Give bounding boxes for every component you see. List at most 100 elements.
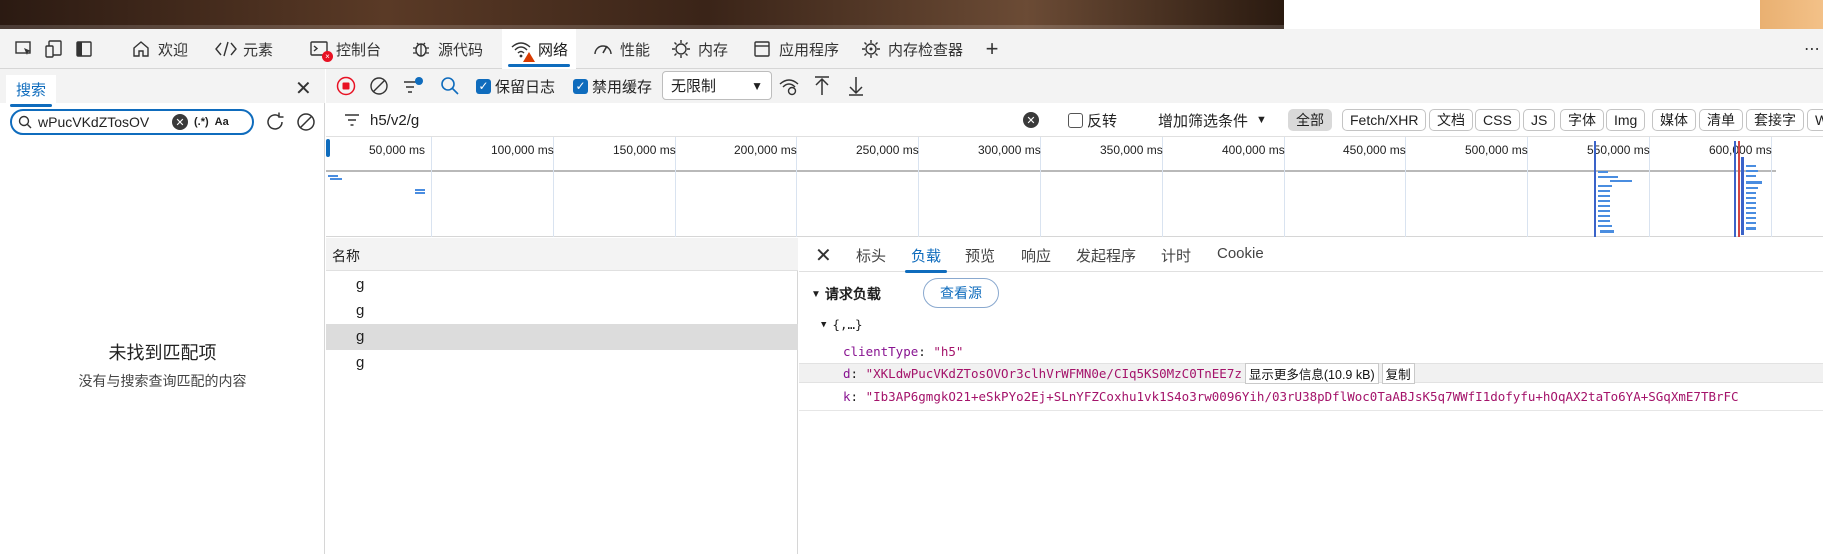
search-panel: 搜索 ✕ wPucVKdZTosOV ✕ (.*) Aa 未找到匹配项 没有与搜…: [0, 69, 325, 554]
network-overview[interactable]: 50,000 ms 100,000 ms 150,000 ms 200,000 ms 2…: [326, 137, 1823, 237]
show-more-button[interactable]: 显示更多信息(10.9 kB): [1244, 362, 1379, 384]
payload-row-clienttype: clientType: "h5": [843, 343, 964, 359]
filter-type-img[interactable]: Img: [1606, 109, 1646, 131]
no-match-title: 未找到匹配项: [108, 343, 217, 363]
page-image-right: [1760, 0, 1823, 29]
tab-search[interactable]: 搜索: [6, 75, 57, 107]
filter-type-socket[interactable]: 套接字: [1746, 109, 1804, 131]
triangle-down-icon: ▼: [821, 319, 827, 330]
filter-type-doc[interactable]: 文档: [1429, 109, 1473, 131]
search-icon[interactable]: [440, 76, 460, 96]
filter-type-all[interactable]: 全部: [1288, 109, 1332, 131]
throttling-select[interactable]: 无限制 ▼: [662, 71, 772, 100]
checkbox-checked-icon: ✓: [476, 78, 491, 94]
search-panel-header: 搜索 ✕: [0, 69, 325, 107]
network-toolbar: ✓ 保留日志 ✓ 禁用缓存 无限制 ▼: [326, 69, 1823, 103]
tab-memory[interactable]: 内存: [662, 29, 736, 69]
payload-object-toggle[interactable]: ▼ {,…}: [821, 317, 863, 332]
filter-value: h5/v2/g: [370, 111, 420, 129]
device-emulation-icon[interactable]: [42, 37, 66, 61]
match-case-toggle[interactable]: Aa: [215, 116, 229, 128]
payload-row-d: d: "XKLdwPucVKdZTosOVOr3clhVrWFMN0e/CIq5…: [799, 362, 1823, 384]
tab-application[interactable]: 应用程序: [743, 29, 847, 69]
import-har-icon[interactable]: [812, 75, 832, 97]
filter-type-fetch-xhr[interactable]: Fetch/XHR: [1342, 109, 1427, 131]
wifi-icon: [510, 38, 535, 62]
table-row[interactable]: g: [326, 350, 798, 376]
no-match-description: 没有与搜索查询匹配的内容: [78, 373, 247, 389]
add-tab-icon[interactable]: +: [980, 36, 1004, 61]
invert-checkbox[interactable]: 反转: [1068, 109, 1117, 131]
page-content-strip: [0, 0, 1823, 29]
detail-tabbar: ✕ 标头 负载 预览 响应 发起程序 计时 Cookie: [799, 238, 1823, 273]
close-icon[interactable]: ✕: [295, 76, 312, 101]
tab-memory-inspector[interactable]: 内存检查器: [852, 29, 971, 69]
checkbox-unchecked-icon: [1068, 112, 1083, 128]
divider: [799, 410, 1823, 411]
section-request-payload[interactable]: ▼ 请求负载: [811, 284, 881, 304]
more-filters-dropdown[interactable]: 增加筛选条件 ▼: [1158, 109, 1267, 131]
network-conditions-icon[interactable]: [778, 75, 800, 97]
tab-sources[interactable]: 源代码: [402, 29, 491, 69]
overview-bars: [328, 141, 1762, 237]
table-row[interactable]: g: [326, 272, 798, 298]
clear-filter-icon[interactable]: ✕: [1023, 112, 1039, 128]
inspect-element-icon[interactable]: [12, 37, 36, 61]
close-detail-icon[interactable]: ✕: [815, 243, 832, 268]
filter-settings-icon[interactable]: [402, 75, 424, 97]
tab-performance[interactable]: 性能: [584, 29, 658, 69]
filter-type-js[interactable]: JS: [1523, 109, 1556, 131]
clear-search-icon[interactable]: ✕: [172, 114, 188, 130]
memory-icon: [670, 38, 692, 60]
table-row[interactable]: g: [326, 298, 798, 324]
warning-icon: [523, 52, 535, 62]
tab-elements[interactable]: 元素: [207, 29, 281, 69]
tab-payload[interactable]: 负载: [904, 245, 948, 273]
filter-type-media[interactable]: 媒体: [1652, 109, 1696, 131]
app-icon: [751, 38, 773, 60]
filter-type-manifest[interactable]: 清单: [1699, 109, 1743, 131]
filter-type-wasm[interactable]: W: [1807, 109, 1823, 131]
refresh-icon[interactable]: [264, 111, 286, 133]
tab-headers[interactable]: 标头: [856, 245, 886, 266]
record-button[interactable]: [336, 76, 356, 96]
memory-inspector-icon: [860, 38, 882, 60]
table-row-selected[interactable]: g: [326, 324, 798, 350]
filter-type-font[interactable]: 字体: [1560, 109, 1604, 131]
copy-button[interactable]: 复制: [1381, 362, 1415, 384]
preserve-log-checkbox[interactable]: ✓ 保留日志: [476, 75, 555, 97]
search-query: wPucVKdZTosOV: [38, 114, 150, 130]
triangle-down-icon: ▼: [811, 288, 821, 300]
chevron-down-icon: ▼: [1256, 114, 1267, 126]
tab-cookie[interactable]: Cookie: [1217, 245, 1264, 262]
gauge-icon: [592, 38, 614, 60]
tab-welcome[interactable]: 欢迎: [122, 29, 196, 69]
tab-network[interactable]: 网络: [502, 29, 577, 69]
error-badge-icon: ×: [322, 51, 333, 62]
tab-response[interactable]: 响应: [1021, 245, 1051, 266]
regex-toggle[interactable]: (.*): [194, 116, 209, 128]
filter-icon: [344, 113, 360, 127]
disable-cache-checkbox[interactable]: ✓ 禁用缓存: [573, 75, 652, 97]
export-har-icon[interactable]: [846, 75, 866, 97]
request-detail-pane: ✕ 标头 负载 预览 响应 发起程序 计时 Cookie ▼ 请求负载 查看源 …: [799, 238, 1823, 554]
console-icon: ×: [308, 38, 333, 62]
more-options-icon[interactable]: ⋯: [1800, 37, 1823, 61]
clear-log-icon[interactable]: [369, 76, 389, 96]
tab-initiator[interactable]: 发起程序: [1076, 245, 1136, 266]
filter-type-css[interactable]: CSS: [1475, 109, 1520, 131]
filter-input[interactable]: h5/v2/g: [336, 107, 1051, 133]
clear-results-icon[interactable]: [295, 111, 317, 133]
view-source-button[interactable]: 查看源: [923, 278, 999, 308]
no-match-message: 未找到匹配项 没有与搜索查询匹配的内容: [0, 339, 325, 391]
tab-preview[interactable]: 预览: [965, 245, 995, 266]
tab-console[interactable]: × 控制台: [300, 29, 389, 69]
dock-side-icon[interactable]: [72, 37, 96, 61]
payload-row-k: k: "Ib3AP6gmgkO21+eSkPYo2Ej+SLnYFZCoxhu1…: [843, 388, 1739, 404]
column-header-name[interactable]: 名称: [326, 238, 798, 271]
search-input[interactable]: wPucVKdZTosOV ✕ (.*) Aa: [10, 109, 254, 135]
code-icon: [215, 38, 237, 60]
search-icon: [18, 115, 32, 129]
tab-timing[interactable]: 计时: [1161, 245, 1191, 266]
home-icon: [130, 38, 152, 60]
